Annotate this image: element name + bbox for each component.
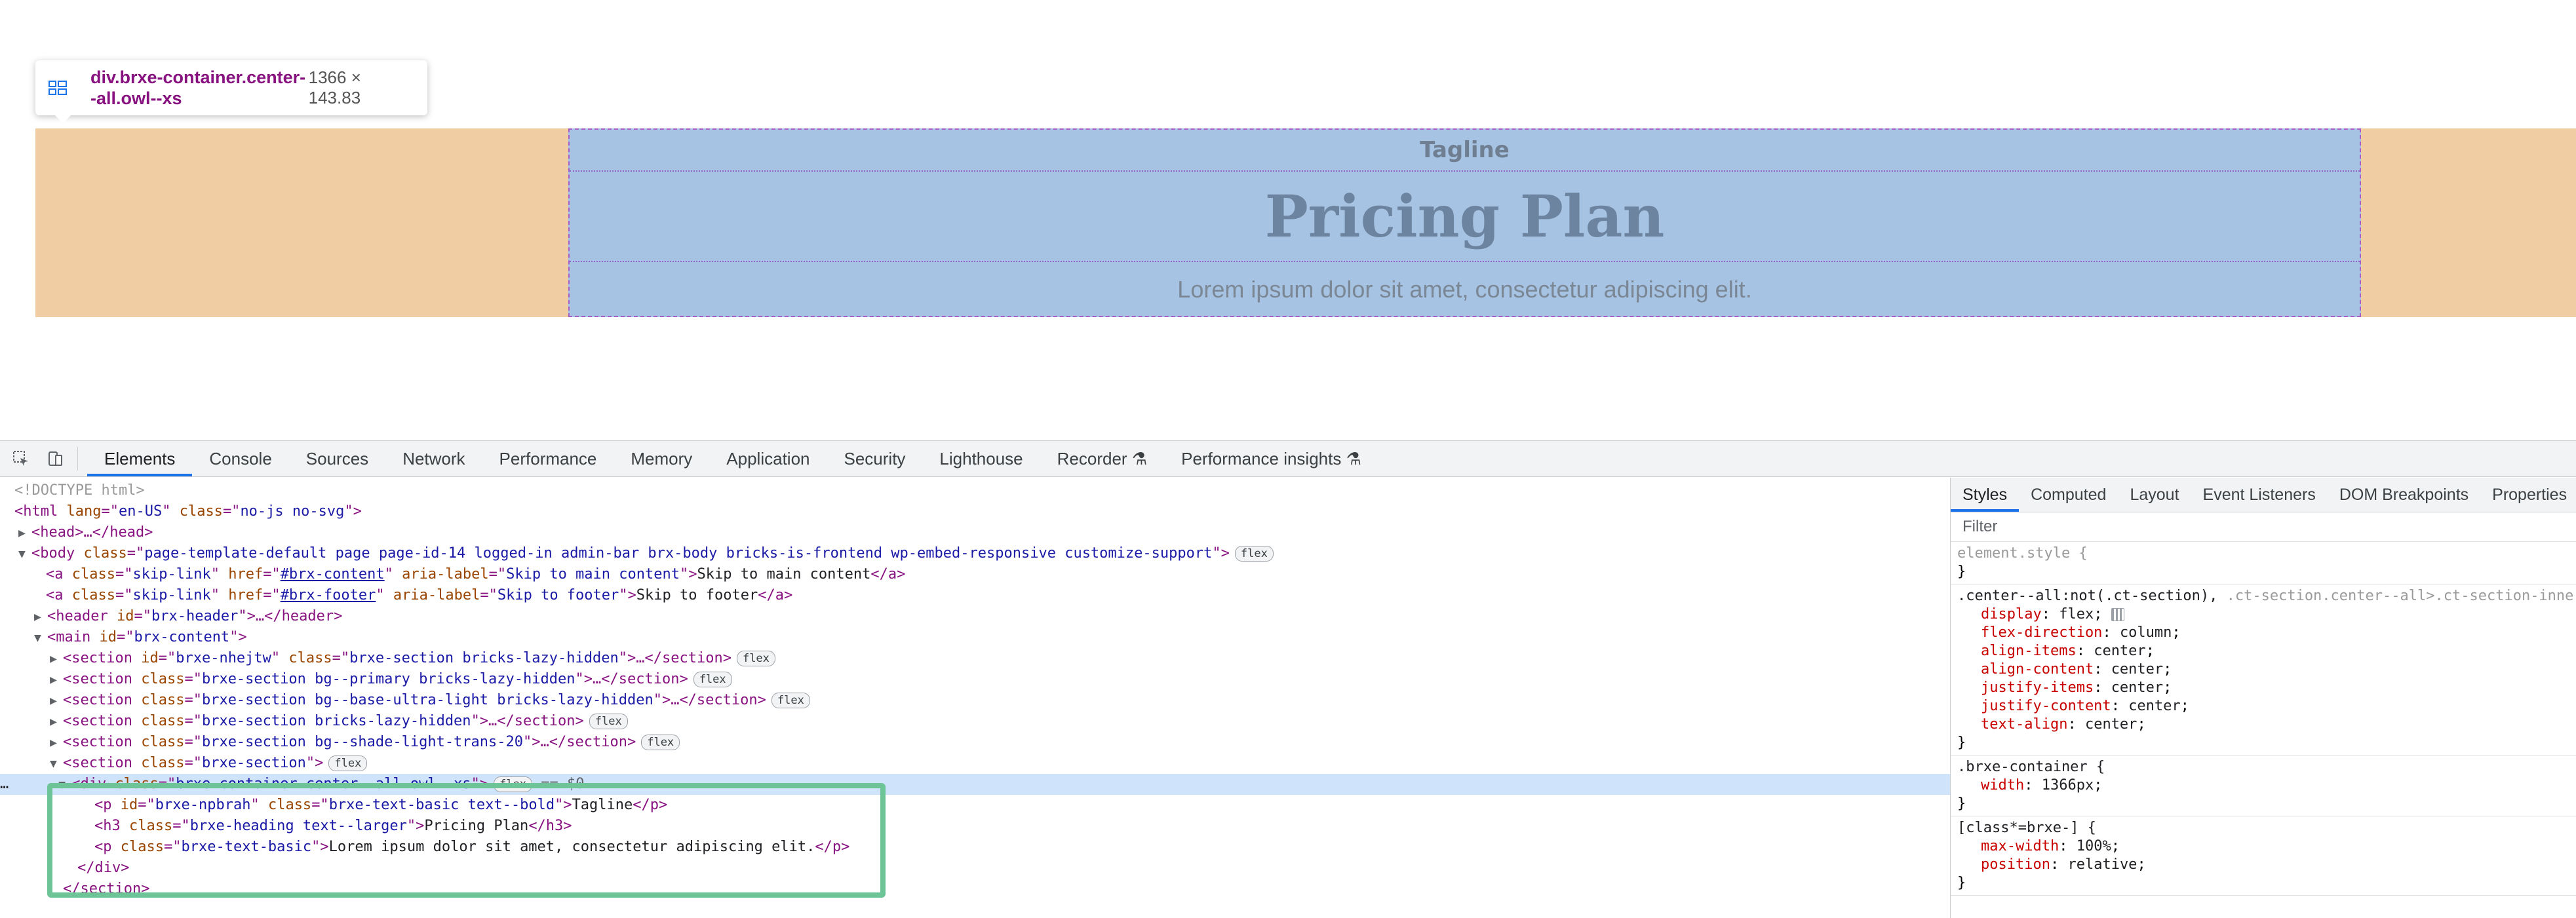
tab-event-listeners[interactable]: Event Listeners (2191, 478, 2328, 512)
tab-performance-insights[interactable]: Performance insights ⚗ (1164, 441, 1378, 476)
expand-arrow-icon[interactable]: ▶ (50, 649, 63, 670)
collapse-arrow-icon[interactable]: ▼ (34, 628, 47, 649)
prop-width[interactable]: width: 1366px; (1957, 776, 2570, 795)
prop-flex-direction[interactable]: flex-direction: column; (1957, 624, 2570, 642)
tooltip-arrow (55, 115, 71, 123)
tab-properties[interactable]: Properties (2480, 478, 2576, 512)
rule-center-all: .center--all:not(.ct-section), .ct-secti… (1951, 584, 2576, 755)
expand-arrow-icon[interactable]: ▶ (50, 733, 63, 754)
prop-justify-items[interactable]: justify-items: center; (1957, 679, 2570, 697)
rule-close: } (1957, 735, 1966, 751)
inspect-icon[interactable] (8, 446, 34, 472)
flex-badge[interactable]: flex (736, 651, 775, 666)
styles-tabbar: Styles Computed Layout Event Listeners D… (1951, 478, 2576, 512)
expand-arrow-icon[interactable]: ▶ (34, 607, 47, 628)
dom-section-4[interactable]: ▶ <section class="brxe-section bricks-laz… (50, 711, 1950, 732)
flex-badge[interactable]: flex (589, 714, 628, 729)
rule-class-brxe-selector[interactable]: [class*=brxe-] { (1957, 819, 2570, 837)
dom-html[interactable]: <html lang="en-US" class="no-js no-svg"> (14, 501, 1950, 522)
prop-position[interactable]: position: relative; (1957, 856, 2570, 874)
styles-filter-input[interactable]: Filter (1951, 512, 2576, 542)
expand-arrow-icon[interactable]: ▶ (50, 691, 63, 712)
tab-dom-breakpoints[interactable]: DOM Breakpoints (2328, 478, 2480, 512)
dom-body[interactable]: ▼ <body class="page-template-default page… (18, 543, 1950, 564)
tab-elements[interactable]: Elements (87, 441, 193, 476)
rule-brxe-container: .brxe-container { width: 1366px; } (1951, 755, 2576, 816)
tab-lighthouse[interactable]: Lighthouse (922, 441, 1040, 476)
dom-head[interactable]: ▶ <head>…</head> (18, 522, 1950, 543)
prop-max-width[interactable]: max-width: 100%; (1957, 837, 2570, 856)
rule-brxe-container-selector[interactable]: .brxe-container { (1957, 758, 2570, 776)
collapse-arrow-icon[interactable]: ▼ (18, 544, 31, 565)
prop-justify-content[interactable]: justify-content: center; (1957, 697, 2570, 716)
element-style-selector[interactable]: element.style { (1957, 545, 2570, 563)
prop-align-content[interactable]: align-content: center; (1957, 660, 2570, 679)
tab-styles[interactable]: Styles (1951, 478, 2020, 512)
dom-section-2[interactable]: ▶ <section class="brxe-section bg--primar… (50, 669, 1950, 690)
tab-computed[interactable]: Computed (2019, 478, 2118, 512)
styles-pane: Styles Computed Layout Event Listeners D… (1950, 478, 2576, 918)
expand-arrow-icon[interactable]: ▶ (50, 712, 63, 733)
tab-application[interactable]: Application (709, 441, 827, 476)
dom-main[interactable]: ▼ <main id="brx-content"> (34, 627, 1950, 648)
pricing-title: Pricing Plan (1264, 182, 1665, 250)
prop-display[interactable]: display: flex; (1957, 605, 2570, 624)
description-row: Lorem ipsum dolor sit amet, consectetur … (570, 262, 2360, 317)
flex-badge[interactable]: flex (771, 693, 810, 708)
dom-skip-link-2[interactable]: <a class="skip-link" href="#brx-footer" … (46, 585, 1950, 606)
rule-close: } (1957, 795, 1966, 812)
dom-skip-link-1[interactable]: <a class="skip-link" href="#brx-content"… (46, 564, 1950, 585)
tab-sources[interactable]: Sources (289, 441, 385, 476)
grid-layout-icon (49, 81, 67, 95)
tab-security[interactable]: Security (827, 441, 923, 476)
collapse-arrow-icon[interactable]: ▼ (50, 754, 63, 775)
dom-section-1[interactable]: ▶ <section id="brxe-nhejtw" class="brxe-s… (50, 648, 1950, 669)
rule-close: } (1957, 875, 1966, 891)
rule-element-style: element.style { } (1951, 542, 2576, 584)
tab-network[interactable]: Network (385, 441, 482, 476)
flex-badge[interactable]: flex (641, 735, 680, 750)
tagline-row: Tagline (570, 130, 2360, 172)
prop-align-items[interactable]: align-items: center; (1957, 642, 2570, 660)
tab-recorder[interactable]: Recorder ⚗ (1040, 441, 1164, 476)
devtools-tabbar: Elements Console Sources Network Perform… (0, 441, 2576, 477)
device-toggle-icon[interactable] (42, 446, 68, 472)
description-text: Lorem ipsum dolor sit amet, consectetur … (1177, 276, 1752, 303)
expand-arrow-icon[interactable]: ▶ (50, 670, 63, 691)
tagline-text: Tagline (1420, 137, 1510, 163)
prop-text-align[interactable]: text-align: center; (1957, 716, 2570, 734)
dom-doctype[interactable]: <!DOCTYPE html> (14, 480, 1950, 501)
dom-section-5[interactable]: ▶ <section class="brxe-section bg--shade-… (50, 732, 1950, 753)
annotation-highlight-box (47, 783, 886, 898)
toolbar-separator (77, 447, 78, 470)
flex-editor-icon[interactable] (2111, 608, 2124, 621)
tab-memory[interactable]: Memory (614, 441, 709, 476)
tab-layout[interactable]: Layout (2118, 478, 2191, 512)
tab-console[interactable]: Console (192, 441, 288, 476)
rule-class-brxe: [class*=brxe-] { max-width: 100%; positi… (1951, 816, 2576, 896)
rule-close: } (1957, 564, 1966, 580)
flex-badge[interactable]: flex (693, 672, 732, 687)
flex-badge[interactable]: flex (328, 755, 368, 771)
row-ellipsis[interactable]: … (0, 776, 9, 792)
tooltip-selector: div.brxe-container.center--all.owl--xs (90, 67, 306, 108)
container-highlight: Tagline Pricing Plan Lorem ipsum dolor s… (568, 128, 2361, 317)
expand-arrow-icon[interactable]: ▶ (18, 523, 31, 544)
page-viewport: Tagline Pricing Plan Lorem ipsum dolor s… (0, 0, 2576, 440)
title-row: Pricing Plan (570, 172, 2360, 262)
flex-badge[interactable]: flex (1234, 546, 1274, 562)
inspect-tooltip: div.brxe-container.center--all.owl--xs 1… (35, 60, 427, 123)
rule-center-all-selector[interactable]: .center--all:not(.ct-section), .ct-secti… (1957, 587, 2576, 605)
tab-performance[interactable]: Performance (482, 441, 614, 476)
dom-section-open[interactable]: ▼ <section class="brxe-section"> flex (50, 753, 1950, 774)
dom-section-3[interactable]: ▶ <section class="brxe-section bg--base-u… (50, 690, 1950, 711)
dom-header[interactable]: ▶ <header id="brx-header">…</header> (34, 606, 1950, 627)
tooltip-size: 1366 × 143.83 (308, 67, 361, 107)
